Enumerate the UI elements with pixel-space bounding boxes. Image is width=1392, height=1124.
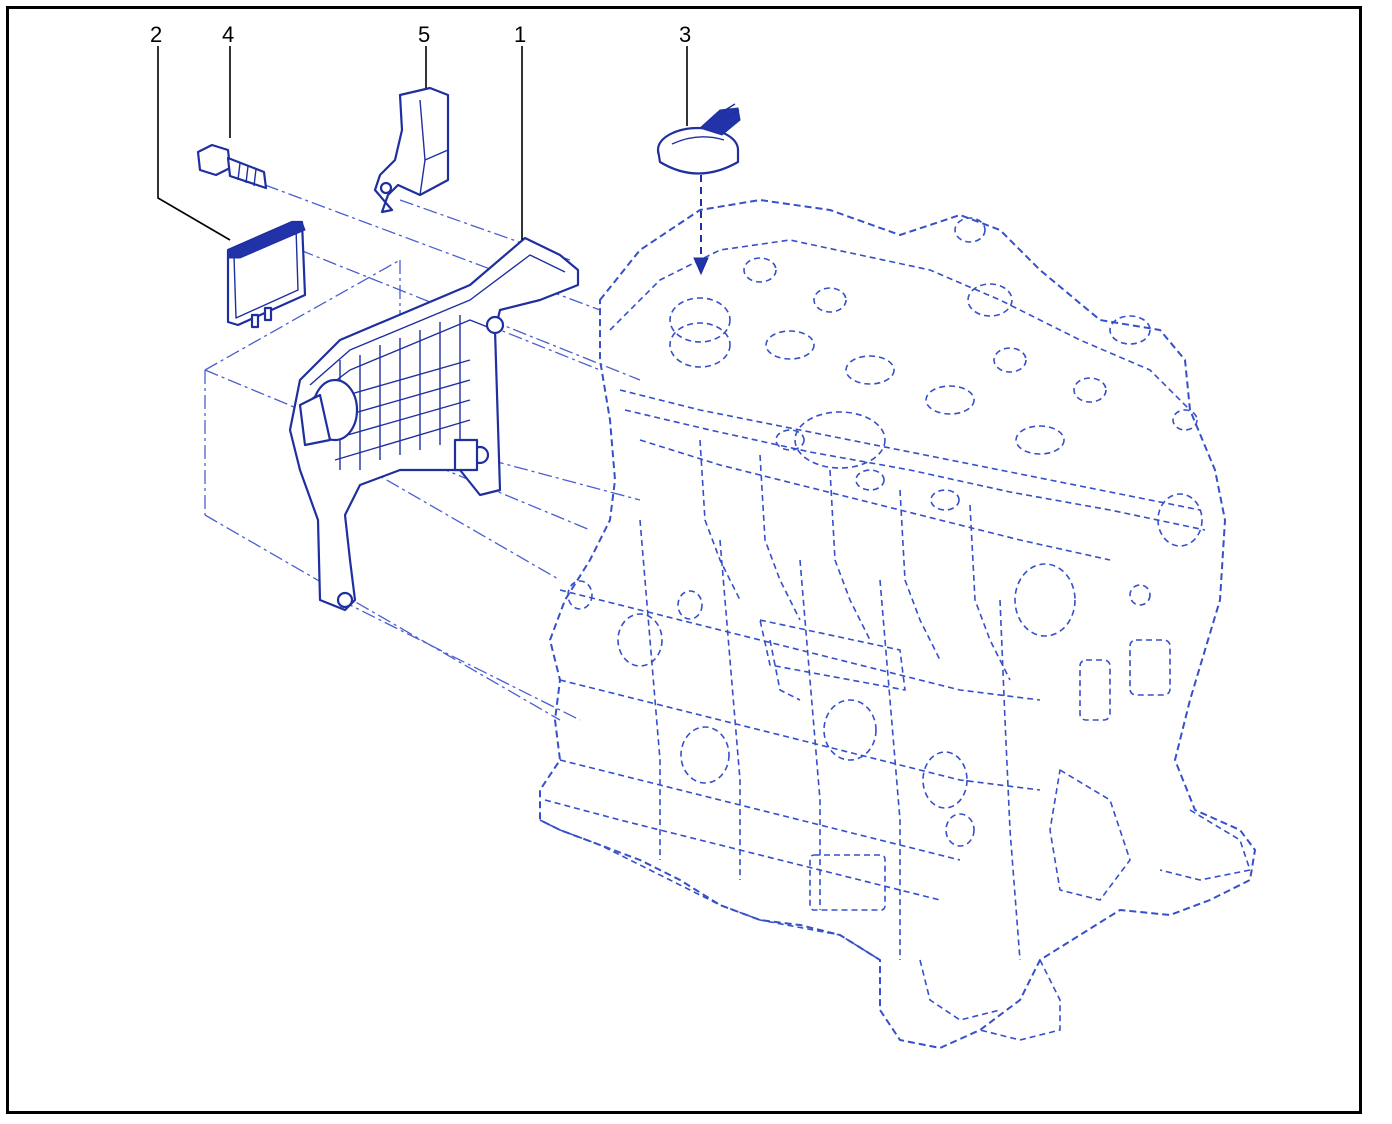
callout-4: 4 xyxy=(222,22,234,47)
part-5-bracket xyxy=(373,86,450,214)
callout-1: 1 xyxy=(514,22,526,47)
part-4-bolt xyxy=(196,143,268,190)
callout-labels: 2 4 5 1 3 xyxy=(150,22,691,47)
callout-2: 2 xyxy=(150,22,162,47)
callout-3: 3 xyxy=(679,22,691,47)
part-2-cover-plate xyxy=(226,220,307,329)
exploded-parts-diagram: 2 4 5 1 3 xyxy=(150,22,1256,1049)
oil-cap-insertion-arrow xyxy=(693,175,709,276)
engine-block-phantom xyxy=(539,199,1256,1049)
callout-5: 5 xyxy=(418,22,430,47)
part-3-oil-cap xyxy=(656,103,741,175)
part-1-timing-cover xyxy=(288,236,580,612)
